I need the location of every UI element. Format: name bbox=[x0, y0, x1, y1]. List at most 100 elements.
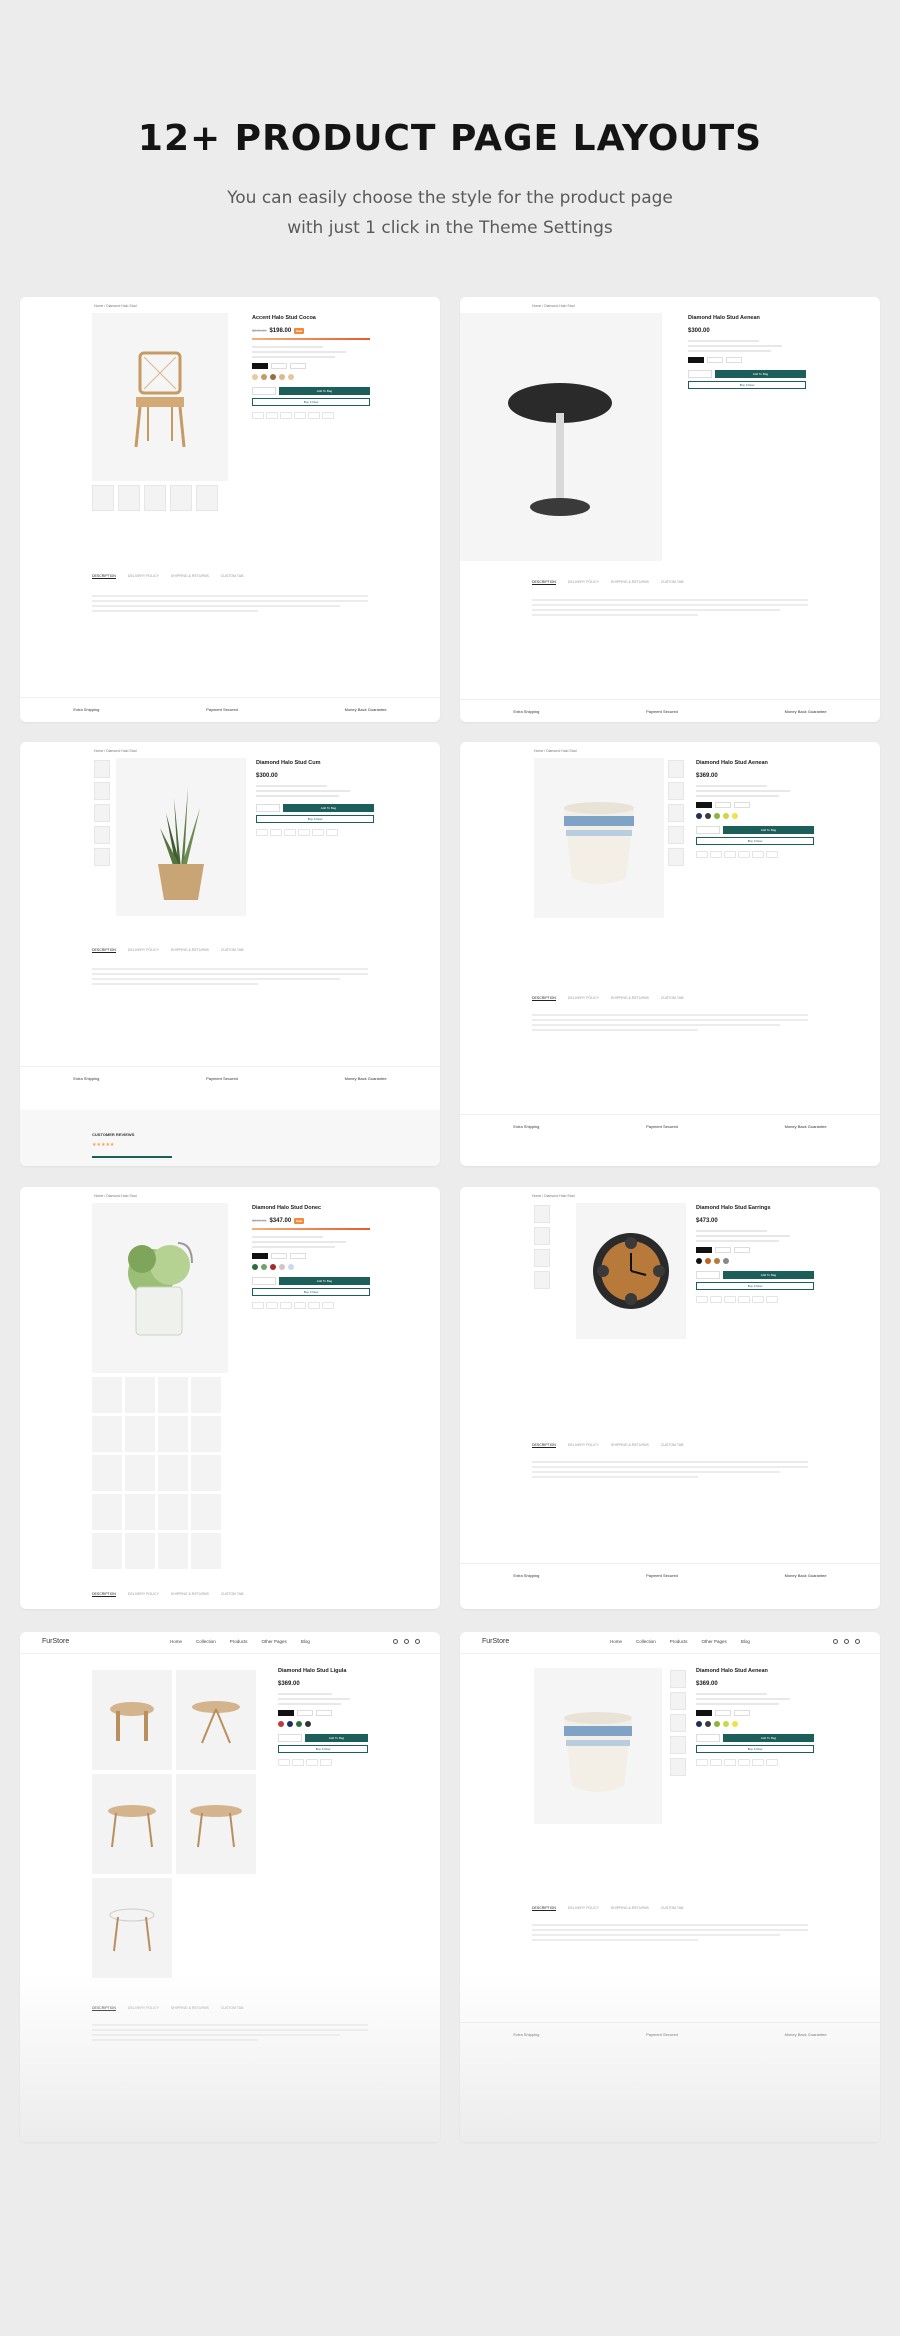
tab-shipping[interactable]: SHIPPING & RETURNS bbox=[611, 580, 649, 585]
thumbnail[interactable] bbox=[670, 1692, 686, 1710]
thumbnail[interactable] bbox=[668, 760, 684, 778]
nav-other-pages[interactable]: Other Pages bbox=[702, 1639, 727, 1644]
thumbnail[interactable] bbox=[191, 1377, 221, 1413]
breadcrumb[interactable]: Home / Diamond Halo Stud bbox=[532, 1194, 575, 1198]
tab-description[interactable]: DESCRIPTION bbox=[532, 1906, 556, 1911]
gallery-image[interactable] bbox=[92, 1878, 172, 1978]
layout-card-5[interactable]: Home / Diamond Halo Stud Diamond Halo St… bbox=[20, 1187, 440, 1609]
quantity-stepper[interactable] bbox=[252, 387, 276, 395]
product-tabs[interactable]: DESCRIPTION DELIVERY POLICY SHIPPING & RET… bbox=[532, 580, 683, 585]
add-to-cart-button[interactable]: Add To Bag bbox=[279, 387, 370, 395]
add-to-cart-button[interactable]: Add To Bag bbox=[723, 826, 814, 834]
thumbnail[interactable] bbox=[92, 1494, 122, 1530]
quantity-stepper[interactable] bbox=[256, 804, 280, 812]
thumbnail[interactable] bbox=[94, 760, 110, 778]
buy-now-button[interactable]: Buy It Now bbox=[256, 815, 374, 823]
tab-delivery[interactable]: DELIVERY POLICY bbox=[568, 1443, 599, 1448]
layout-card-3[interactable]: Home / Diamond Halo Stud Diamond Halo St… bbox=[20, 742, 440, 1166]
tab-custom[interactable]: CUSTOM TAB bbox=[221, 948, 244, 953]
thumbnail[interactable] bbox=[125, 1533, 155, 1569]
gallery-image[interactable] bbox=[176, 1774, 256, 1874]
store-logo[interactable]: FurStore bbox=[482, 1638, 509, 1645]
thumbnail[interactable] bbox=[670, 1670, 686, 1688]
nav-collection[interactable]: Collection bbox=[196, 1639, 216, 1644]
thumbnail[interactable] bbox=[534, 1205, 550, 1223]
color-swatches[interactable] bbox=[278, 1721, 368, 1727]
size-options[interactable] bbox=[252, 1253, 370, 1259]
nav-blog[interactable]: Blog bbox=[301, 1639, 310, 1644]
nav-home[interactable]: Home bbox=[170, 1639, 182, 1644]
tab-shipping[interactable]: SHIPPING & RETURNS bbox=[611, 996, 649, 1001]
size-options[interactable] bbox=[696, 1710, 814, 1716]
thumbnail[interactable] bbox=[668, 848, 684, 866]
tab-delivery[interactable]: DELIVERY POLICY bbox=[128, 948, 159, 953]
quantity-stepper[interactable] bbox=[252, 1277, 276, 1285]
buy-now-button[interactable]: Buy It Now bbox=[688, 381, 806, 389]
thumbnail[interactable] bbox=[170, 485, 192, 511]
thumbnail[interactable] bbox=[144, 485, 166, 511]
tab-delivery[interactable]: DELIVERY POLICY bbox=[568, 996, 599, 1001]
gallery-image[interactable] bbox=[92, 1670, 172, 1770]
thumbnail[interactable] bbox=[191, 1494, 221, 1530]
thumbnail[interactable] bbox=[158, 1494, 188, 1530]
thumbnail[interactable] bbox=[196, 485, 218, 511]
product-image[interactable] bbox=[534, 1668, 662, 1824]
layout-card-4[interactable]: Home / Diamond Halo Stud Diamond Halo St… bbox=[460, 742, 880, 1166]
store-logo[interactable]: FurStore bbox=[42, 1638, 69, 1645]
add-to-cart-button[interactable]: Add To Bag bbox=[279, 1277, 370, 1285]
thumbnail[interactable] bbox=[158, 1416, 188, 1452]
tab-description[interactable]: DESCRIPTION bbox=[532, 580, 556, 585]
layout-card-2[interactable]: Home / Diamond Halo Stud Diamond Halo St… bbox=[460, 297, 880, 722]
color-swatches[interactable] bbox=[696, 813, 814, 819]
product-image[interactable] bbox=[92, 1203, 228, 1373]
thumbnail[interactable] bbox=[670, 1736, 686, 1754]
tab-shipping[interactable]: SHIPPING & RETURNS bbox=[171, 1592, 209, 1597]
quantity-stepper[interactable] bbox=[696, 1734, 720, 1742]
thumbnail[interactable] bbox=[92, 1533, 122, 1569]
nav-home[interactable]: Home bbox=[610, 1639, 622, 1644]
product-image[interactable] bbox=[576, 1203, 686, 1339]
product-tabs[interactable]: DESCRIPTION DELIVERY POLICY SHIPPING & RET… bbox=[92, 948, 243, 953]
tab-shipping[interactable]: SHIPPING & RETURNS bbox=[171, 948, 209, 953]
gallery-image[interactable] bbox=[176, 1670, 256, 1770]
thumbnail[interactable] bbox=[125, 1416, 155, 1452]
thumbnail[interactable] bbox=[191, 1533, 221, 1569]
thumbnail[interactable] bbox=[670, 1714, 686, 1732]
color-swatches[interactable] bbox=[696, 1721, 814, 1727]
tab-description[interactable]: DESCRIPTION bbox=[92, 948, 116, 953]
breadcrumb[interactable]: Home / Diamond Halo Stud bbox=[94, 304, 137, 308]
thumbnail[interactable] bbox=[125, 1377, 155, 1413]
tab-custom[interactable]: CUSTOM TAB bbox=[661, 580, 684, 585]
quantity-stepper[interactable] bbox=[278, 1734, 302, 1742]
breadcrumb[interactable]: Home / Diamond Halo Stud bbox=[532, 304, 575, 308]
nav-collection[interactable]: Collection bbox=[636, 1639, 656, 1644]
nav-products[interactable]: Products bbox=[670, 1639, 688, 1644]
size-options[interactable] bbox=[688, 357, 806, 363]
thumbnail[interactable] bbox=[94, 782, 110, 800]
thumbnail[interactable] bbox=[191, 1416, 221, 1452]
thumbnail[interactable] bbox=[94, 848, 110, 866]
search-icon[interactable] bbox=[833, 1639, 838, 1644]
user-icon[interactable] bbox=[404, 1639, 409, 1644]
add-to-cart-button[interactable]: Add To Bag bbox=[723, 1734, 814, 1742]
color-swatches[interactable] bbox=[252, 1264, 370, 1270]
tab-description[interactable]: DESCRIPTION bbox=[92, 1592, 116, 1597]
gallery-image[interactable] bbox=[92, 1774, 172, 1874]
thumbnail[interactable] bbox=[92, 485, 114, 511]
buy-now-button[interactable]: Buy It Now bbox=[252, 398, 370, 406]
buy-now-button[interactable]: Buy It Now bbox=[252, 1288, 370, 1296]
buy-now-button[interactable]: Buy It Now bbox=[696, 1282, 814, 1290]
breadcrumb[interactable]: Home / Diamond Halo Stud bbox=[94, 749, 137, 753]
add-to-cart-button[interactable]: Add To Bag bbox=[715, 370, 806, 378]
tab-custom[interactable]: CUSTOM TAB bbox=[661, 1443, 684, 1448]
thumbnail[interactable] bbox=[670, 1758, 686, 1776]
tab-delivery[interactable]: DELIVERY POLICY bbox=[128, 1592, 159, 1597]
buy-now-button[interactable]: Buy It Now bbox=[278, 1745, 368, 1753]
layout-card-7[interactable]: FurStore Home Collection Products Other Pag… bbox=[20, 1632, 440, 2142]
tab-custom[interactable]: CUSTOM TAB bbox=[661, 996, 684, 1001]
product-tabs[interactable]: DESCRIPTION DELIVERY POLICY SHIPPING & RET… bbox=[532, 1443, 683, 1448]
cart-icon[interactable] bbox=[855, 1639, 860, 1644]
product-tabs[interactable]: DESCRIPTION DELIVERY POLICY SHIPPING & RET… bbox=[532, 1906, 683, 1911]
quantity-stepper[interactable] bbox=[688, 370, 712, 378]
thumbnail[interactable] bbox=[92, 1416, 122, 1452]
